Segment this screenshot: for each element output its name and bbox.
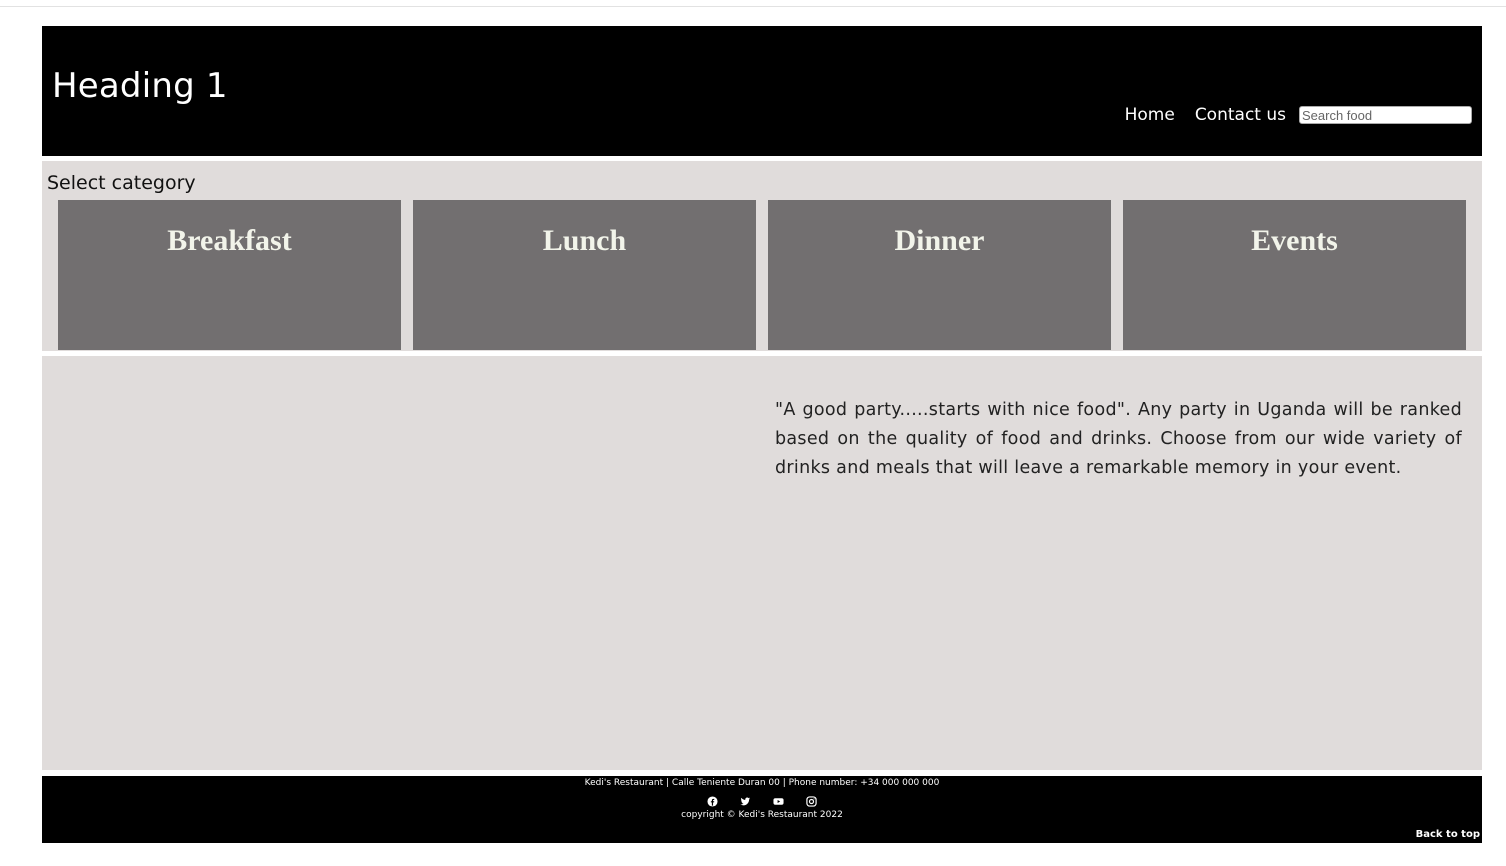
page-title: Heading 1: [52, 66, 228, 106]
social-links: [42, 792, 1482, 807]
instagram-icon[interactable]: [806, 792, 817, 807]
youtube-icon[interactable]: [773, 792, 784, 805]
category-card-events[interactable]: Events: [1123, 200, 1466, 350]
category-card-dinner[interactable]: Dinner: [768, 200, 1111, 350]
party-quote: "A good party.....starts with nice food"…: [775, 400, 1462, 478]
nav-home-link[interactable]: Home: [1125, 105, 1175, 125]
site-footer: Kedi's Restaurant | Calle Teniente Duran…: [42, 776, 1482, 843]
nav-contact-link[interactable]: Contact us: [1195, 105, 1286, 125]
category-card-title: Breakfast: [167, 224, 292, 257]
facebook-icon[interactable]: [707, 792, 718, 807]
category-cards: Breakfast Lunch Dinner Events: [58, 200, 1466, 350]
category-card-breakfast[interactable]: Breakfast: [58, 200, 401, 350]
category-card-title: Dinner: [894, 224, 985, 257]
category-card-title: Lunch: [542, 224, 627, 257]
category-section: Select category Breakfast Lunch Dinner E…: [42, 161, 1482, 351]
category-card-lunch[interactable]: Lunch: [413, 200, 756, 350]
top-divider: [0, 6, 1506, 7]
search-input[interactable]: [1299, 106, 1472, 124]
category-heading: Select category: [47, 172, 196, 194]
twitter-icon[interactable]: [740, 792, 751, 806]
footer-address: Kedi's Restaurant | Calle Teniente Duran…: [584, 778, 940, 788]
footer-copyright: copyright © Kedi's Restaurant 2022: [681, 810, 843, 820]
page-wrapper: Heading 1 Home Contact us Select categor…: [42, 26, 1482, 843]
site-header: Heading 1 Home Contact us: [42, 26, 1482, 156]
category-card-title: Events: [1251, 224, 1338, 257]
back-to-top-link[interactable]: Back to top: [1416, 829, 1480, 840]
content-section: "A good party.....starts with nice food"…: [42, 356, 1482, 770]
main-nav: Home Contact us: [1125, 105, 1472, 125]
